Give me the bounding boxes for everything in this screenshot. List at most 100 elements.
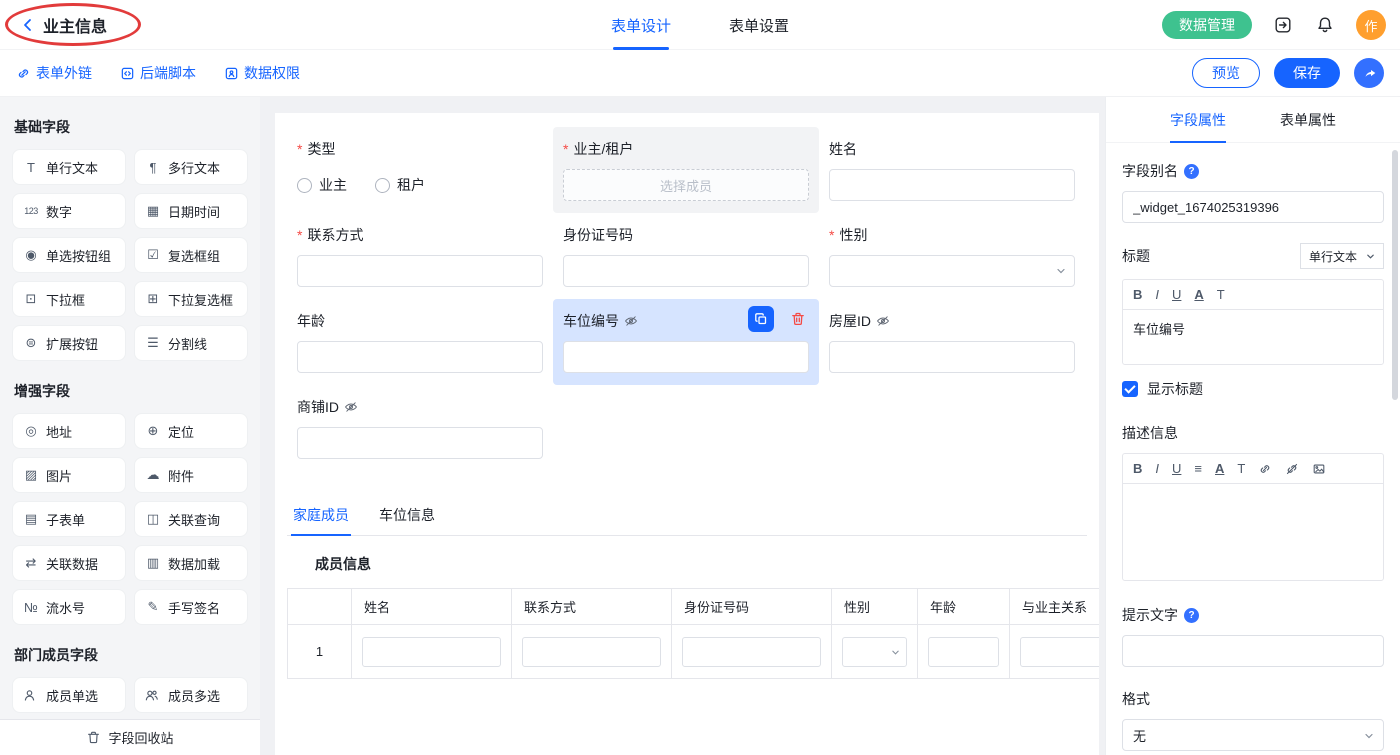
sidebar-field-address[interactable]: ◎地址	[12, 413, 126, 449]
name-input[interactable]	[829, 169, 1075, 201]
sidebar-field-number[interactable]: 123数字	[12, 193, 126, 229]
sidebar-field-divider[interactable]: ☰分割线	[134, 325, 248, 361]
help-icon[interactable]: ?	[1184, 608, 1199, 623]
tab-label: 表单设置	[729, 15, 789, 36]
font-size-icon[interactable]: T	[1237, 462, 1245, 475]
subform-relation-input[interactable]	[1020, 637, 1099, 667]
subform-name-input[interactable]	[362, 637, 501, 667]
sidebar-field-member-single[interactable]: 成员单选	[12, 677, 126, 713]
italic-icon[interactable]: I	[1155, 462, 1159, 475]
font-size-icon[interactable]: T	[1217, 288, 1225, 301]
form-external-link[interactable]: 表单外链	[16, 63, 92, 83]
subform-header-row: 姓名 联系方式 身份证号码 性别 年龄 与业主关系	[288, 589, 1100, 625]
sidebar-field-subform[interactable]: ▤子表单	[12, 501, 126, 537]
sidebar-field-checkbox-group[interactable]: ☑复选框组	[134, 237, 248, 273]
hint-text-input[interactable]	[1122, 635, 1384, 667]
data-manage-button[interactable]: 数据管理	[1162, 11, 1252, 39]
sidebar-field-data-load[interactable]: ▥数据加载	[134, 545, 248, 581]
delete-field-button[interactable]	[786, 307, 810, 331]
field-shop-id[interactable]: 商铺ID	[287, 385, 553, 471]
tab-form-design[interactable]: 表单设计	[611, 0, 671, 50]
field-contact[interactable]: *联系方式	[287, 213, 553, 299]
avatar[interactable]: 作	[1356, 10, 1386, 40]
field-gender[interactable]: *性别	[819, 213, 1085, 299]
subform-age-input[interactable]	[928, 637, 999, 667]
save-button[interactable]: 保存	[1274, 58, 1340, 88]
enhanced-fields-grid: ◎地址 ⊕定位 ▨图片 ☁附件 ▤子表单 ◫关联查询 ⇄关联数据 ▥数据加载 №…	[12, 413, 248, 625]
lookup-icon: ◫	[144, 511, 162, 527]
underline-icon[interactable]: U	[1172, 462, 1181, 475]
sidebar-field-image[interactable]: ▨图片	[12, 457, 126, 493]
title-editor-content[interactable]: 车位编号	[1123, 310, 1383, 364]
id-number-input[interactable]	[563, 255, 809, 287]
age-input[interactable]	[297, 341, 543, 373]
font-color-icon[interactable]: A	[1194, 288, 1203, 301]
field-age[interactable]: 年龄	[287, 299, 553, 385]
tab-family-members[interactable]: 家庭成员	[291, 495, 351, 535]
bell-icon[interactable]	[1314, 14, 1336, 36]
sidebar-field-attachment[interactable]: ☁附件	[134, 457, 248, 493]
bold-icon[interactable]: B	[1133, 462, 1142, 475]
subform-contact-input[interactable]	[522, 637, 661, 667]
share-button[interactable]	[1354, 58, 1384, 88]
field-owner-tenant[interactable]: *业主/租户 选择成员	[553, 127, 819, 213]
radio-owner[interactable]: 业主	[297, 175, 347, 195]
font-color-icon[interactable]: A	[1215, 462, 1224, 475]
tab-field-properties[interactable]: 字段属性	[1170, 110, 1226, 142]
format-select[interactable]: 无	[1122, 719, 1384, 751]
bold-icon[interactable]: B	[1133, 288, 1142, 301]
sidebar-field-location[interactable]: ⊕定位	[134, 413, 248, 449]
field-name[interactable]: 姓名	[819, 127, 1085, 213]
publish-record-icon[interactable]	[1272, 14, 1294, 36]
sidebar-field-datetime[interactable]: ▦日期时间	[134, 193, 248, 229]
insert-image-icon[interactable]	[1312, 462, 1326, 476]
fields-grid: *类型 业主 租户 *业主/租户 选择成员 姓名 *联系方式 身份证号码	[287, 127, 1087, 471]
preview-button[interactable]: 预览	[1192, 58, 1260, 88]
house-id-input[interactable]	[829, 341, 1075, 373]
insert-link-icon[interactable]	[1258, 462, 1272, 476]
show-title-checkbox[interactable]	[1122, 381, 1138, 397]
gender-select-input[interactable]	[829, 255, 1075, 287]
sidebar-field-serial-number[interactable]: №流水号	[12, 589, 126, 625]
tab-parking-info[interactable]: 车位信息	[377, 495, 437, 535]
field-alias-input[interactable]	[1122, 191, 1384, 223]
sidebar-field-lookup[interactable]: ◫关联查询	[134, 501, 248, 537]
sidebar-field-multi-text[interactable]: ¶多行文本	[134, 149, 248, 185]
italic-icon[interactable]: I	[1155, 288, 1159, 301]
field-type-dropdown[interactable]: 单行文本	[1300, 243, 1384, 269]
sidebar-field-signature[interactable]: ✎手写签名	[134, 589, 248, 625]
underline-icon[interactable]: U	[1172, 288, 1181, 301]
sidebar-field-linked-data[interactable]: ⇄关联数据	[12, 545, 126, 581]
field-type-value: 单行文本	[1309, 248, 1357, 265]
field-recycle-bin[interactable]: 字段回收站	[0, 719, 260, 755]
contact-input[interactable]	[297, 255, 543, 287]
field-house-id[interactable]: 房屋ID	[819, 299, 1085, 385]
copy-field-button[interactable]	[748, 306, 774, 332]
subform-id-number-input[interactable]	[682, 637, 821, 667]
parking-number-input[interactable]	[563, 341, 809, 373]
sidebar-field-radio-group[interactable]: ◉单选按钮组	[12, 237, 126, 273]
sidebar-field-multi-dropdown[interactable]: ⊞下拉复选框	[134, 281, 248, 317]
subform-gender-select[interactable]	[842, 637, 907, 667]
tab-form-settings[interactable]: 表单设置	[729, 0, 789, 50]
sidebar-field-extend-button[interactable]: ⊜扩展按钮	[12, 325, 126, 361]
required-mark: *	[297, 227, 302, 243]
field-id-number[interactable]: 身份证号码	[553, 213, 819, 299]
backend-script-link[interactable]: 后端脚本	[120, 63, 196, 83]
radio-tenant[interactable]: 租户	[375, 175, 425, 195]
description-editor-content[interactable]	[1123, 484, 1383, 580]
remove-link-icon[interactable]	[1285, 462, 1299, 476]
tab-form-properties[interactable]: 表单属性	[1280, 110, 1336, 142]
shop-id-input[interactable]	[297, 427, 543, 459]
sidebar-field-member-multi[interactable]: 成员多选	[134, 677, 248, 713]
page-scrollbar[interactable]	[1392, 150, 1398, 400]
select-member-button[interactable]: 选择成员	[563, 169, 809, 201]
sidebar-field-single-text[interactable]: T单行文本	[12, 149, 126, 185]
field-type[interactable]: *类型 业主 租户	[287, 127, 553, 213]
help-icon[interactable]: ?	[1184, 164, 1199, 179]
gender-select[interactable]	[829, 255, 1075, 287]
field-parking-number-selected[interactable]: 车位编号	[553, 299, 819, 385]
data-permission-link[interactable]: 数据权限	[224, 63, 300, 83]
sidebar-field-dropdown[interactable]: ⊡下拉框	[12, 281, 126, 317]
align-icon[interactable]: ≡	[1194, 462, 1202, 475]
